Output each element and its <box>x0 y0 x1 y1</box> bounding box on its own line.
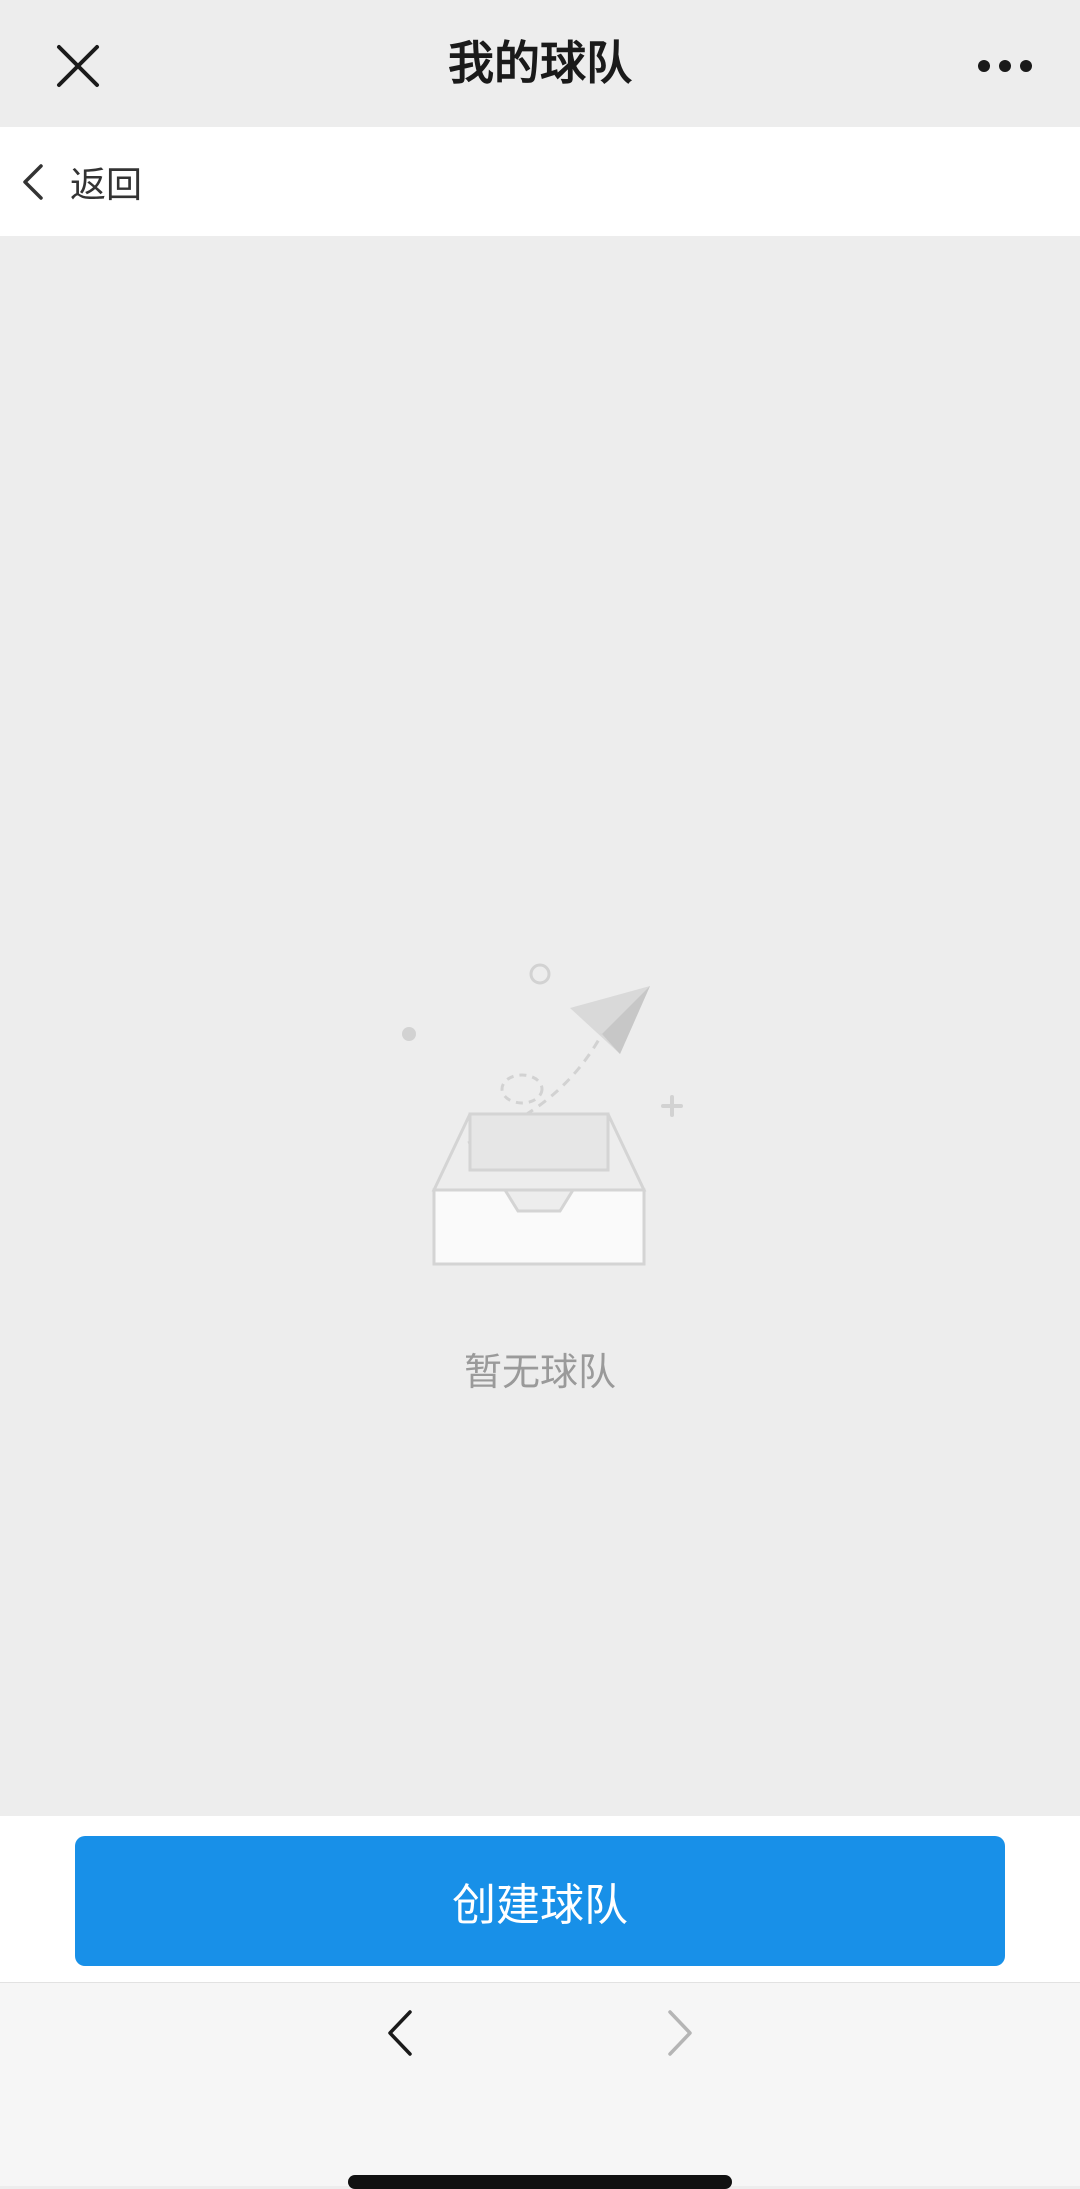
chevron-left-icon <box>388 2010 412 2056</box>
more-horizontal-icon <box>978 60 1032 72</box>
empty-message: 暂无球队 <box>463 1350 616 1394</box>
page-title: 我的球队 <box>448 36 632 90</box>
empty-inbox-illustration <box>402 963 683 1266</box>
chevron-left-icon <box>18 162 48 202</box>
title-bar: 我的球队 <box>0 0 1080 127</box>
more-options-button[interactable] <box>965 26 1045 106</box>
chevron-right-icon <box>668 2010 692 2056</box>
browser-nav-bar <box>0 1982 1080 2189</box>
back-label: 返回 <box>70 164 143 206</box>
nav-forward-button[interactable] <box>650 2003 710 2063</box>
home-indicator <box>348 2175 732 2189</box>
back-link[interactable]: 返回 <box>0 127 1080 236</box>
nav-back-button[interactable] <box>370 2003 430 2063</box>
create-team-button[interactable]: 创建球队 <box>75 1836 1005 1966</box>
close-button[interactable] <box>38 26 118 106</box>
empty-state: 暂无球队 <box>0 236 1080 1816</box>
bottom-action-panel: 创建球队 <box>0 1816 1080 1982</box>
close-icon <box>57 45 99 87</box>
